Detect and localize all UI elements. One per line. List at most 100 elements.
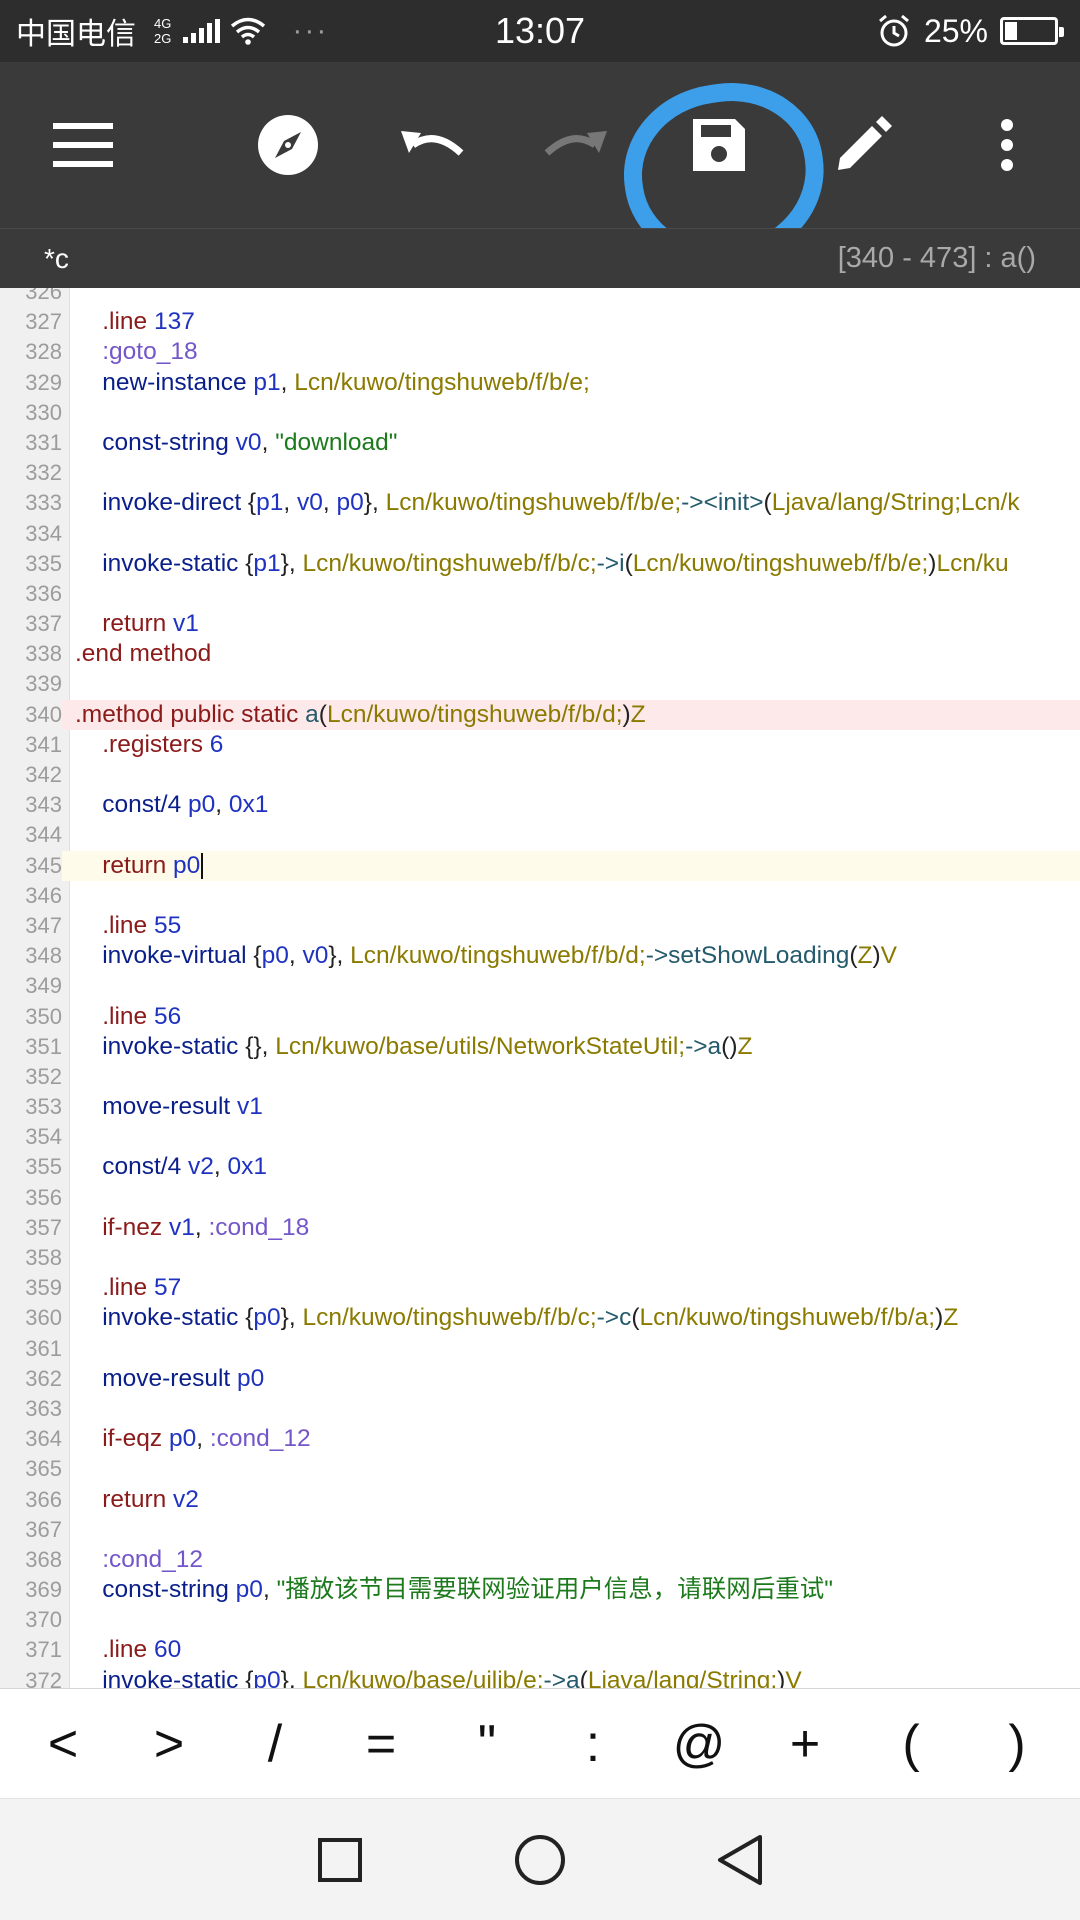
code-line[interactable]: 347 .line 55 xyxy=(0,911,1080,941)
code-token: invoke-static xyxy=(102,1304,239,1332)
back-button[interactable] xyxy=(705,1825,775,1895)
code-line[interactable]: 338 .end method xyxy=(0,639,1080,669)
code-line[interactable]: 356 xyxy=(0,1183,1080,1213)
code-line[interactable]: 372 invoke-static {p0}, Lcn/kuwo/base/ui… xyxy=(0,1666,1080,1688)
code-text: .line 60 xyxy=(75,1635,181,1665)
symbol-key[interactable]: : xyxy=(548,1714,638,1774)
code-line[interactable]: 345 return p0 xyxy=(0,850,1080,881)
code-token: 0x1 xyxy=(227,1153,268,1181)
symbol-key[interactable]: @ xyxy=(654,1714,744,1774)
code-line[interactable]: 350 .line 56 xyxy=(0,1002,1080,1032)
code-line[interactable]: 360 invoke-static {p0}, Lcn/kuwo/tingshu… xyxy=(0,1303,1080,1333)
code-line[interactable]: 358 xyxy=(0,1243,1080,1273)
code-line[interactable]: 337 return v1 xyxy=(0,609,1080,639)
code-token: invoke-direct xyxy=(102,489,242,517)
symbol-key[interactable]: ( xyxy=(866,1714,956,1774)
recents-button[interactable] xyxy=(305,1825,375,1895)
symbol-key[interactable]: ) xyxy=(972,1714,1062,1774)
menu-button[interactable] xyxy=(28,90,138,200)
more-button[interactable] xyxy=(952,90,1062,200)
code-line[interactable]: 357 if-nez v1, :cond_18 xyxy=(0,1213,1080,1243)
code-line[interactable]: 342 xyxy=(0,760,1080,790)
code-line[interactable]: 349 xyxy=(0,971,1080,1001)
code-token: Lcn/ku xyxy=(936,549,1009,577)
code-line[interactable]: 336 xyxy=(0,579,1080,609)
code-line[interactable]: 361 xyxy=(0,1334,1080,1364)
code-line[interactable]: 352 xyxy=(0,1062,1080,1092)
code-token: ) xyxy=(872,942,881,970)
home-button[interactable] xyxy=(505,1825,575,1895)
code-line[interactable]: 363 xyxy=(0,1394,1080,1424)
code-line[interactable]: 359 .line 57 xyxy=(0,1273,1080,1303)
code-token: ( xyxy=(579,1666,588,1688)
code-line[interactable]: 346 xyxy=(0,881,1080,911)
line-number: 352 xyxy=(25,1063,62,1089)
code-line[interactable]: 353 move-result v1 xyxy=(0,1092,1080,1122)
symbol-key[interactable]: " xyxy=(442,1714,532,1774)
file-tab[interactable]: *c xyxy=(44,243,69,275)
navigate-button[interactable] xyxy=(233,90,343,200)
code-token: , xyxy=(194,1213,209,1241)
code-editor[interactable]: 326 327 .line 137 328 :goto_18 329 new-inst… xyxy=(0,288,1080,1688)
line-number: 367 xyxy=(25,1516,62,1542)
code-token: .line xyxy=(102,308,148,336)
code-line[interactable]: 365 xyxy=(0,1454,1080,1484)
code-line[interactable]: 327 .line 137 xyxy=(0,307,1080,337)
code-line[interactable]: 333 invoke-direct {p1, v0, p0}, Lcn/kuwo… xyxy=(0,488,1080,518)
line-number: 326 xyxy=(25,288,62,304)
code-token: p0 xyxy=(230,1364,265,1392)
code-line[interactable]: 343 const/4 p0, 0x1 xyxy=(0,790,1080,820)
code-text: return p0 xyxy=(75,851,204,881)
code-line[interactable]: 335 invoke-static {p1}, Lcn/kuwo/tingshu… xyxy=(0,549,1080,579)
line-number: 360 xyxy=(25,1305,62,1331)
code-token: }, xyxy=(280,1666,303,1688)
code-text: move-result v1 xyxy=(75,1092,263,1122)
code-token: v0 xyxy=(302,942,329,970)
code-line[interactable]: 355 const/4 v2, 0x1 xyxy=(0,1152,1080,1182)
save-button[interactable] xyxy=(664,90,774,200)
code-line[interactable]: 371 .line 60 xyxy=(0,1635,1080,1665)
code-line[interactable]: 370 xyxy=(0,1605,1080,1635)
code-line[interactable]: 351 invoke-static {}, Lcn/kuwo/base/util… xyxy=(0,1032,1080,1062)
code-line[interactable]: 344 xyxy=(0,820,1080,850)
code-token: 6 xyxy=(203,730,224,758)
code-line[interactable]: 369 const-string p0, "播放该节目需要联网验证用户信息，请联… xyxy=(0,1575,1080,1605)
redo-button[interactable] xyxy=(521,90,631,200)
symbol-key[interactable]: < xyxy=(18,1714,108,1774)
code-line[interactable]: 332 xyxy=(0,458,1080,488)
edit-button[interactable] xyxy=(808,90,918,200)
line-number: 362 xyxy=(25,1365,62,1391)
code-text: if-eqz p0, :cond_12 xyxy=(75,1424,310,1454)
code-line[interactable]: 326 xyxy=(0,288,1080,307)
symbol-key[interactable]: > xyxy=(124,1714,214,1774)
code-line[interactable]: 329 new-instance p1, Lcn/kuwo/tingshuweb… xyxy=(0,368,1080,398)
symbol-key[interactable]: / xyxy=(230,1714,320,1774)
code-line[interactable]: 339 xyxy=(0,669,1080,699)
code-line[interactable]: 341 .registers 6 xyxy=(0,730,1080,760)
code-line[interactable]: 367 xyxy=(0,1515,1080,1545)
code-line[interactable]: 368 :cond_12 xyxy=(0,1545,1080,1575)
symbol-key[interactable]: + xyxy=(760,1714,850,1774)
code-line[interactable]: 364 if-eqz p0, :cond_12 xyxy=(0,1424,1080,1454)
code-text: .line 57 xyxy=(75,1273,181,1303)
code-line[interactable]: 330 xyxy=(0,398,1080,428)
code-line[interactable]: 331 const-string v0, "download" xyxy=(0,428,1080,458)
code-line[interactable]: 328 :goto_18 xyxy=(0,337,1080,367)
code-line[interactable]: 354 xyxy=(0,1122,1080,1152)
code-token: const/4 xyxy=(102,1153,182,1181)
code-line[interactable]: 348 invoke-virtual {p0, v0}, Lcn/kuwo/ti… xyxy=(0,941,1080,971)
code-line[interactable]: 340 .method public static a(Lcn/kuwo/ting… xyxy=(0,699,1080,730)
undo-button[interactable] xyxy=(377,90,487,200)
code-line[interactable]: 366 return v2 xyxy=(0,1485,1080,1515)
code-line[interactable]: 362 move-result p0 xyxy=(0,1364,1080,1394)
code-text: return v2 xyxy=(75,1485,199,1515)
symbol-key[interactable]: = xyxy=(336,1714,426,1774)
line-number: 354 xyxy=(25,1124,62,1150)
code-text: :cond_12 xyxy=(75,1545,203,1575)
code-token: a xyxy=(298,700,319,728)
code-line[interactable]: 334 xyxy=(0,519,1080,549)
